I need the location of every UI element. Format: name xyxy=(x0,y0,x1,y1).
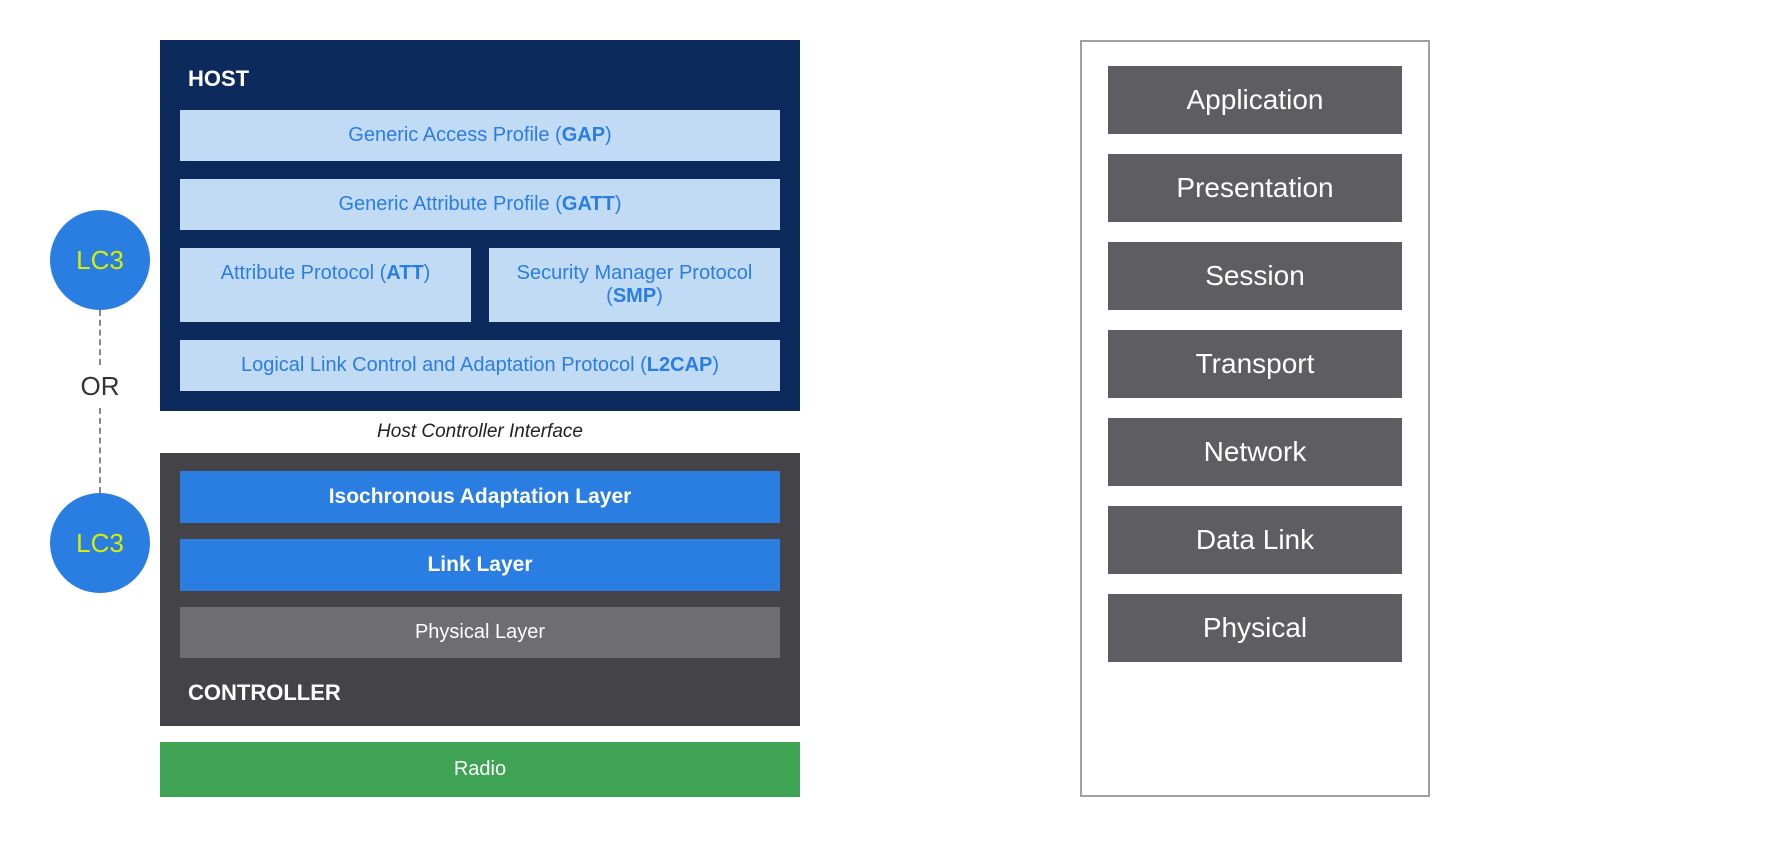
radio-block: Radio xyxy=(160,742,800,797)
gap-abbr: GAP xyxy=(562,124,605,146)
osi-panel: Application Presentation Session Transpo… xyxy=(1080,40,1430,797)
gatt-close: ) xyxy=(615,193,622,215)
osi-transport: Transport xyxy=(1108,330,1402,398)
dashed-line-top xyxy=(99,310,101,365)
osi-datalink: Data Link xyxy=(1108,506,1402,574)
lc3-connector-column: LC3 OR LC3 xyxy=(50,40,150,593)
osi-session: Session xyxy=(1108,242,1402,310)
or-label: OR xyxy=(81,365,120,408)
lc3-bottom-circle: LC3 xyxy=(50,493,150,593)
controller-title: CONTROLLER xyxy=(180,672,780,710)
physical-layer: Physical Layer xyxy=(180,607,780,658)
att-text: Attribute Protocol ( xyxy=(221,262,387,284)
link-layer: Link Layer xyxy=(180,539,780,591)
gatt-abbr: GATT xyxy=(562,193,615,215)
bluetooth-stack: HOST Generic Access Profile (GAP) Generi… xyxy=(160,40,800,797)
lc3-bottom-label: LC3 xyxy=(76,528,124,559)
gap-text: Generic Access Profile ( xyxy=(348,124,561,146)
osi-application: Application xyxy=(1108,66,1402,134)
osi-network: Network xyxy=(1108,418,1402,486)
l2cap-abbr: L2CAP xyxy=(647,354,713,376)
gap-close: ) xyxy=(605,124,612,146)
att-layer: Attribute Protocol (ATT) xyxy=(180,248,471,322)
controller-block: Isochronous Adaptation Layer Link Layer … xyxy=(160,453,800,726)
osi-physical: Physical xyxy=(1108,594,1402,662)
smp-abbr: SMP xyxy=(613,285,656,307)
att-abbr: ATT xyxy=(386,262,423,284)
l2cap-text: Logical Link Control and Adaptation Prot… xyxy=(241,354,647,376)
host-title: HOST xyxy=(180,58,780,110)
smp-layer: Security Manager Protocol (SMP) xyxy=(489,248,780,322)
gatt-text: Generic Attribute Profile ( xyxy=(338,193,561,215)
smp-close: ) xyxy=(656,285,663,307)
dashed-line-bottom xyxy=(99,408,101,493)
gatt-layer: Generic Attribute Profile (GATT) xyxy=(180,179,780,230)
host-block: HOST Generic Access Profile (GAP) Generi… xyxy=(160,40,800,411)
ial-layer: Isochronous Adaptation Layer xyxy=(180,471,780,523)
hci-label: Host Controller Interface xyxy=(160,411,800,453)
l2cap-layer: Logical Link Control and Adaptation Prot… xyxy=(180,340,780,391)
att-smp-row: Attribute Protocol (ATT) Security Manage… xyxy=(180,248,780,322)
osi-presentation: Presentation xyxy=(1108,154,1402,222)
gap-layer: Generic Access Profile (GAP) xyxy=(180,110,780,161)
att-close: ) xyxy=(424,262,431,284)
lc3-top-label: LC3 xyxy=(76,245,124,276)
l2cap-close: ) xyxy=(712,354,719,376)
lc3-top-circle: LC3 xyxy=(50,210,150,310)
